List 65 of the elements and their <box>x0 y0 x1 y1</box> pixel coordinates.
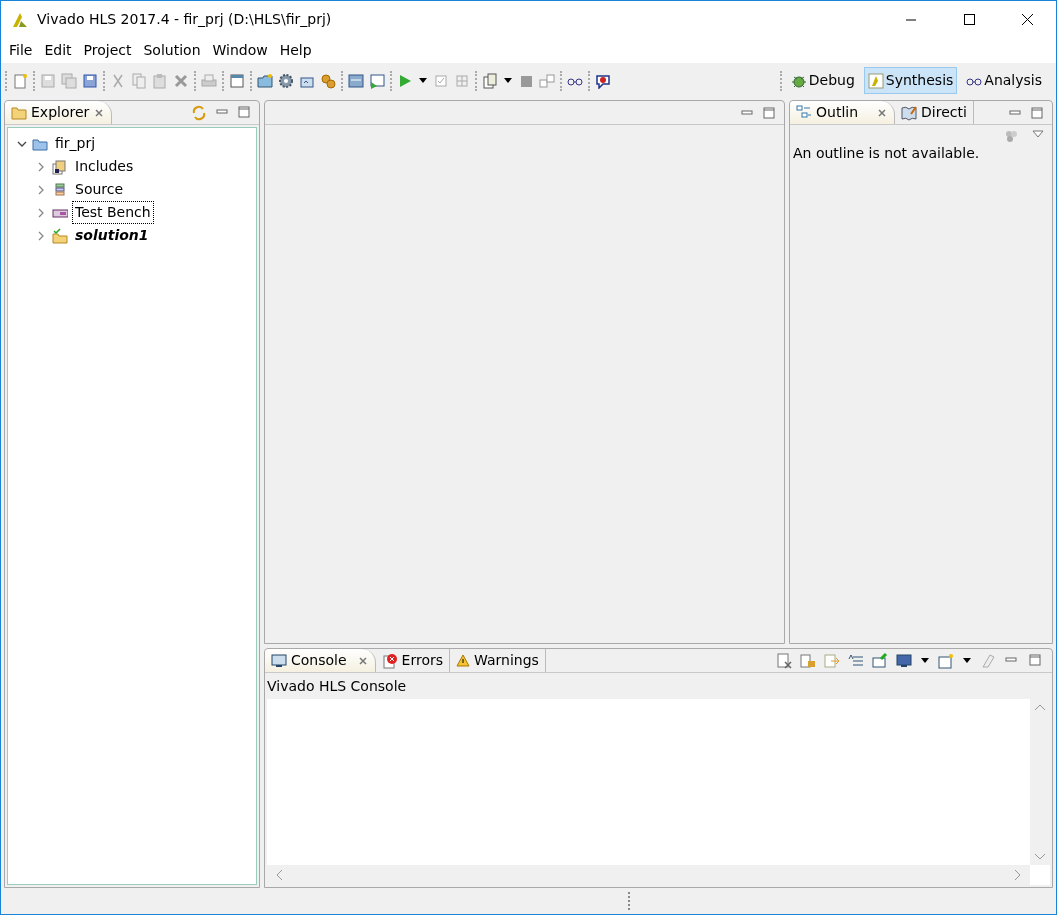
clear-console-icon[interactable] <box>776 652 792 669</box>
monitor-icon[interactable] <box>896 652 912 669</box>
scroll-up-icon[interactable] <box>1034 703 1046 711</box>
layout-icon[interactable] <box>539 72 555 89</box>
folder-icon <box>11 104 27 121</box>
scroll-down-icon[interactable] <box>1034 853 1046 861</box>
scroll-right-icon[interactable] <box>1014 869 1022 881</box>
delete-icon[interactable] <box>173 72 189 89</box>
tree-item[interactable]: Source <box>72 178 127 201</box>
menu-item[interactable]: Window <box>208 40 272 61</box>
save-all-icon[interactable] <box>61 72 77 89</box>
maximize-icon[interactable] <box>962 13 976 26</box>
list-icon[interactable] <box>848 652 864 669</box>
report-icon[interactable] <box>348 72 364 89</box>
tree-item[interactable]: fir_prj <box>52 132 99 155</box>
cut-icon[interactable] <box>110 72 126 89</box>
tree-item[interactable]: Includes <box>72 155 137 178</box>
window-icon[interactable] <box>229 72 245 89</box>
scroll-left-icon[interactable] <box>275 869 283 881</box>
panel-tab[interactable]: Outlin <box>790 101 896 124</box>
perspective-button[interactable]: Analysis <box>962 67 1046 94</box>
new-window-icon[interactable] <box>938 652 954 669</box>
menu-item[interactable]: File <box>5 40 37 61</box>
sync-icon[interactable] <box>191 104 207 121</box>
menu-item[interactable]: Edit <box>40 40 76 61</box>
new-file-icon[interactable] <box>12 72 28 89</box>
error-icon <box>381 652 398 669</box>
grid-icon[interactable] <box>454 72 470 89</box>
solution-folder-icon <box>52 227 68 244</box>
tree-item[interactable]: Test Bench <box>72 201 154 224</box>
menu-item[interactable]: Solution <box>139 40 205 61</box>
menu-item[interactable]: Help <box>275 40 316 61</box>
source-icon <box>52 181 68 198</box>
copy-icon[interactable] <box>131 72 147 89</box>
outline-icon <box>796 104 812 121</box>
panel-tab[interactable]: Console <box>265 649 376 672</box>
save-icon[interactable] <box>40 72 56 89</box>
close-icon[interactable] <box>1020 13 1034 26</box>
perspective-button[interactable]: Debug <box>786 67 859 94</box>
document-arrow-icon[interactable] <box>824 652 840 669</box>
menu-item[interactable]: Project <box>79 40 136 61</box>
speech-bubble-icon[interactable] <box>595 72 611 89</box>
paste-icon[interactable] <box>152 72 168 89</box>
book-icon <box>901 104 918 121</box>
includes-icon <box>52 158 68 175</box>
export-icon[interactable] <box>369 72 385 89</box>
run-icon[interactable] <box>397 72 413 89</box>
view-menu-icon[interactable] <box>1032 129 1044 139</box>
monitor-icon <box>271 652 287 669</box>
warning-icon <box>456 652 470 669</box>
logo-icon <box>867 72 884 89</box>
eraser-icon[interactable] <box>980 652 996 669</box>
documents-icon[interactable] <box>482 72 498 89</box>
checkbox-icon[interactable] <box>433 72 449 89</box>
explorer-tab[interactable]: Explorer <box>5 101 113 124</box>
window-title: Vivado HLS 2017.4 - fir_prj (D:\HLS\fir_prj) <box>37 10 332 29</box>
outline-message: An outline is not available. <box>792 144 981 163</box>
print-icon[interactable] <box>201 72 217 89</box>
perspective-button[interactable]: Synthesis <box>863 67 958 94</box>
folder-icon[interactable] <box>257 72 273 89</box>
gear-icon[interactable] <box>278 72 294 89</box>
circles-icon[interactable] <box>1004 129 1018 143</box>
tree-item[interactable]: solution1 <box>72 224 152 247</box>
console-title: Vivado HLS Console <box>266 677 408 696</box>
save-as-icon[interactable] <box>82 72 98 89</box>
